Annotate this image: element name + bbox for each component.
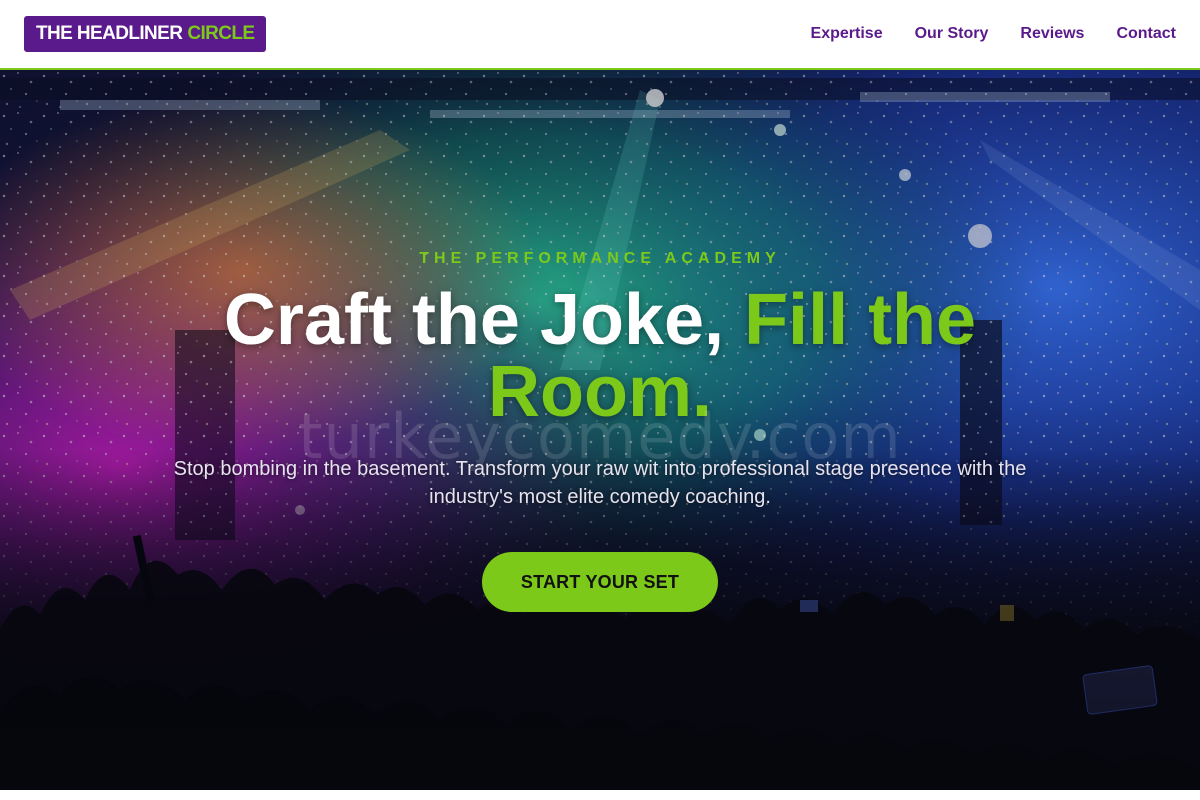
nav-link-contact[interactable]: Contact <box>1116 25 1176 43</box>
logo-text-primary: THE HEADLINER <box>36 23 183 44</box>
hero-subtext: Stop bombing in the basement. Transform … <box>173 458 1027 508</box>
start-your-set-button[interactable]: START YOUR SET <box>482 552 718 612</box>
nav-link-our-story[interactable]: Our Story <box>915 25 989 43</box>
main-nav: Expertise Our Story Reviews Contact <box>811 25 1176 43</box>
hero-content: THE PERFORMANCE ACADEMY Craft the Joke, … <box>0 70 1200 790</box>
nav-link-reviews[interactable]: Reviews <box>1020 25 1084 43</box>
page-bottom-edge <box>0 790 1200 800</box>
hero-eyebrow: THE PERFORMANCE ACADEMY <box>419 250 781 267</box>
headline-text: Craft the Joke, <box>223 280 725 360</box>
logo[interactable]: THE HEADLINER CIRCLE <box>24 16 267 52</box>
site-header: THE HEADLINER CIRCLE Expertise Our Story… <box>0 0 1200 70</box>
hero-section: THE PERFORMANCE ACADEMY Craft the Joke, … <box>0 70 1200 790</box>
logo-text-accent: CIRCLE <box>187 23 255 44</box>
nav-link-expertise[interactable]: Expertise <box>811 25 883 43</box>
